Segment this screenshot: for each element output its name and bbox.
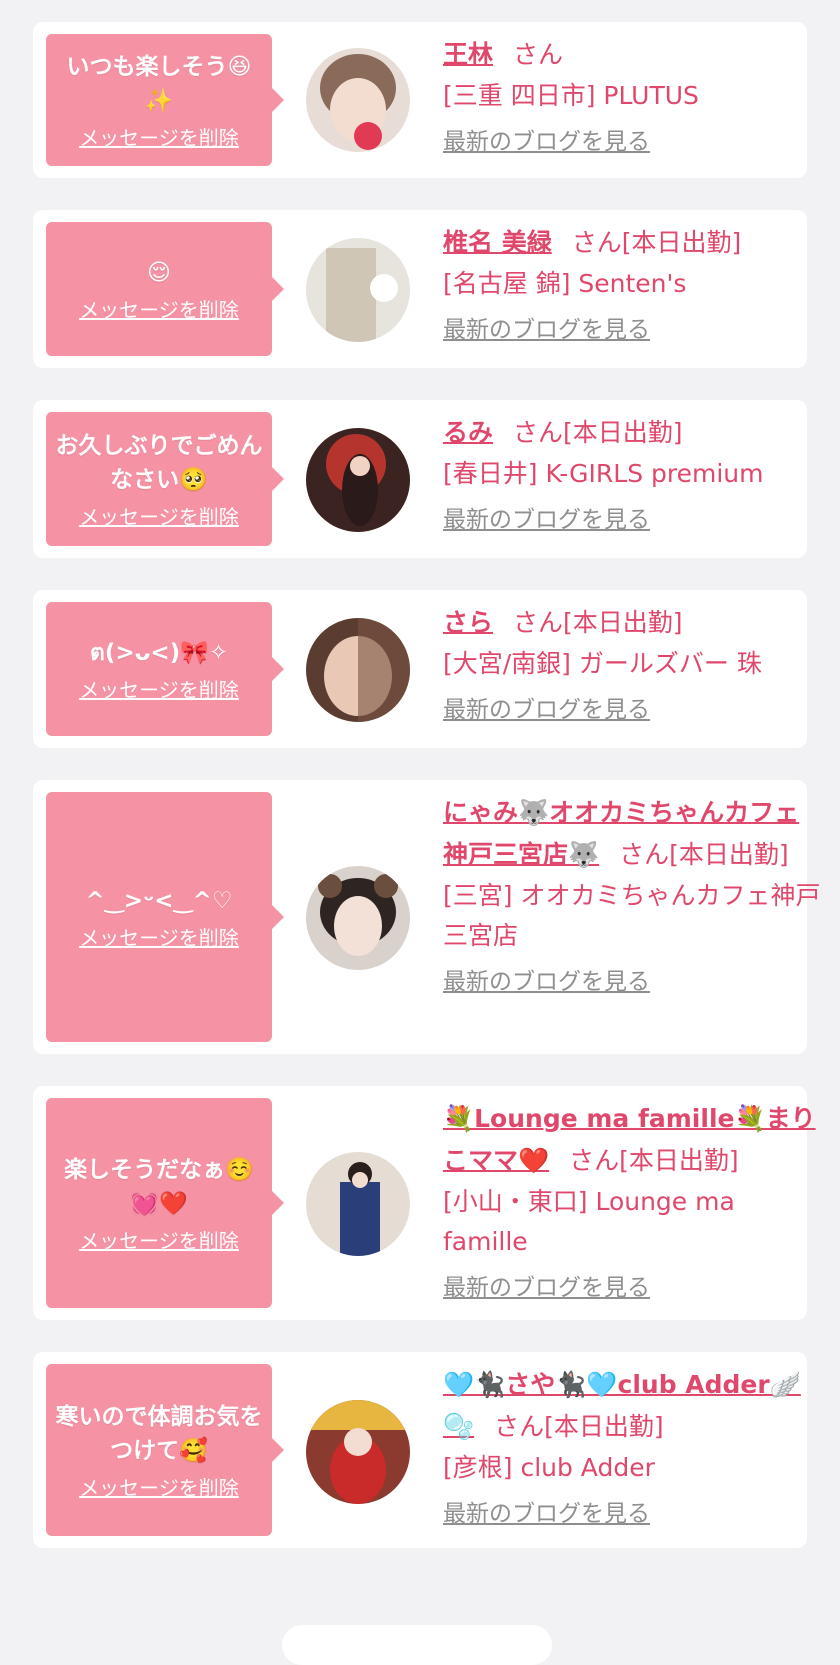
latest-blog-link[interactable]: 最新のブログを見る — [443, 690, 650, 724]
latest-blog-link[interactable]: 最新のブログを見る — [443, 962, 650, 996]
message-bubble: ^‿>ᵕ<‿^♡ メッセージを削除 — [46, 792, 284, 1042]
avatar[interactable] — [306, 48, 410, 152]
list-item: 楽しそうだなぁ☺️💓❤️ メッセージを削除 💐Lounge ma famille… — [33, 1086, 816, 1320]
girl-name-link[interactable]: さら — [443, 608, 493, 637]
status-badge: [本日出勤] — [621, 228, 742, 257]
avatar[interactable] — [306, 428, 410, 532]
list-item: ^‿>ᵕ<‿^♡ メッセージを削除 にゃみ🐺オオカミちゃんカフェ神戸三宮店🐺 さん… — [33, 780, 820, 1054]
latest-blog-link[interactable]: 最新のブログを見る — [443, 122, 650, 156]
honorific: さん — [513, 608, 564, 637]
message-text: 寒いので体調お気をつけて🥰 — [55, 1403, 263, 1464]
delete-message-link[interactable]: メッセージを削除 — [79, 122, 239, 151]
message-bubble: ต(>ᴗ<)🎀✧ メッセージを削除 — [46, 602, 284, 736]
message-bubble: お久しぶりでごめんなさい🥺 メッセージを削除 — [46, 412, 284, 546]
latest-blog-link[interactable]: 最新のブログを見る — [443, 1494, 650, 1528]
list-item: 😌 メッセージを削除 椎名 美緑 さん[本日出勤] [名古屋 錦] Senten'… — [33, 210, 807, 368]
message-text: お久しぶりでごめんなさい🥺 — [55, 432, 263, 493]
shop-info: [三重 四日市] PLUTUS — [443, 81, 699, 110]
avatar[interactable] — [306, 1152, 410, 1256]
shop-info: [名古屋 錦] Senten's — [443, 269, 687, 298]
status-badge: [本日出勤] — [563, 608, 683, 637]
message-bubble: 楽しそうだなぁ☺️💓❤️ メッセージを削除 — [46, 1098, 284, 1308]
avatar[interactable] — [306, 866, 410, 970]
honorific: さん — [494, 1412, 545, 1441]
list-item: いつも楽しそう😆✨ メッセージを削除 王林 さん [三重 四日市] PLUTUS … — [33, 22, 807, 178]
delete-message-link[interactable]: メッセージを削除 — [79, 1472, 239, 1501]
message-text: 😌 — [147, 259, 171, 286]
honorific: さん — [569, 1146, 620, 1175]
message-bubble: いつも楽しそう😆✨ メッセージを削除 — [46, 34, 284, 166]
delete-message-link[interactable]: メッセージを削除 — [79, 294, 239, 323]
message-text: ^‿>ᵕ<‿^♡ — [85, 887, 233, 914]
honorific: さん — [571, 228, 622, 257]
message-bubble: 😌 メッセージを削除 — [46, 222, 284, 356]
bottom-floating-bar[interactable] — [282, 1625, 552, 1665]
shop-info: [大宮/南銀] ガールズバー 珠 — [443, 649, 762, 678]
honorific: さん — [513, 418, 564, 447]
latest-blog-link[interactable]: 最新のブログを見る — [443, 310, 650, 344]
girl-name-link[interactable]: るみ — [443, 418, 493, 447]
avatar[interactable] — [306, 618, 410, 722]
status-badge: [本日出勤] — [619, 1146, 739, 1175]
message-bubble: 寒いので体調お気をつけて🥰 メッセージを削除 — [46, 1364, 284, 1536]
avatar[interactable] — [306, 1400, 410, 1504]
latest-blog-link[interactable]: 最新のブログを見る — [443, 500, 650, 534]
girl-name-link[interactable]: 椎名 美緑 — [443, 228, 552, 257]
status-badge: [本日出勤] — [563, 418, 683, 447]
avatar[interactable] — [306, 238, 410, 342]
list-item: ต(>ᴗ<)🎀✧ メッセージを削除 さら さん[本日出勤] [大宮/南銀] ガール… — [33, 590, 807, 748]
delete-message-link[interactable]: メッセージを削除 — [79, 501, 239, 530]
girl-name-link[interactable]: 王林 — [443, 40, 493, 69]
message-text: ต(>ᴗ<)🎀✧ — [89, 639, 229, 666]
list-item: お久しぶりでごめんなさい🥺 メッセージを削除 るみ さん[本日出勤] [春日井] … — [33, 400, 807, 558]
latest-blog-link[interactable]: 最新のブログを見る — [443, 1268, 650, 1302]
shop-info: [春日井] K-GIRLS premium — [443, 459, 764, 488]
message-text: いつも楽しそう😆✨ — [66, 53, 252, 114]
honorific: さん — [513, 40, 564, 69]
honorific: さん — [619, 840, 670, 869]
shop-info: [小山・東口] Lounge ma famille — [443, 1187, 735, 1256]
delete-message-link[interactable]: メッセージを削除 — [79, 674, 239, 703]
shop-info: [彦根] club Adder — [443, 1453, 655, 1482]
status-badge: [本日出勤] — [669, 840, 789, 869]
shop-info: [三宮] オオカミちゃんカフェ神戸三宮店 — [443, 881, 821, 950]
delete-message-link[interactable]: メッセージを削除 — [79, 1225, 239, 1254]
list-item: 寒いので体調お気をつけて🥰 メッセージを削除 🩵🐈‍⬛さや🐈‍⬛🩵club Ad… — [33, 1352, 807, 1548]
delete-message-link[interactable]: メッセージを削除 — [79, 922, 239, 951]
message-text: 楽しそうだなぁ☺️💓❤️ — [64, 1156, 254, 1217]
status-badge: [本日出勤] — [544, 1412, 664, 1441]
